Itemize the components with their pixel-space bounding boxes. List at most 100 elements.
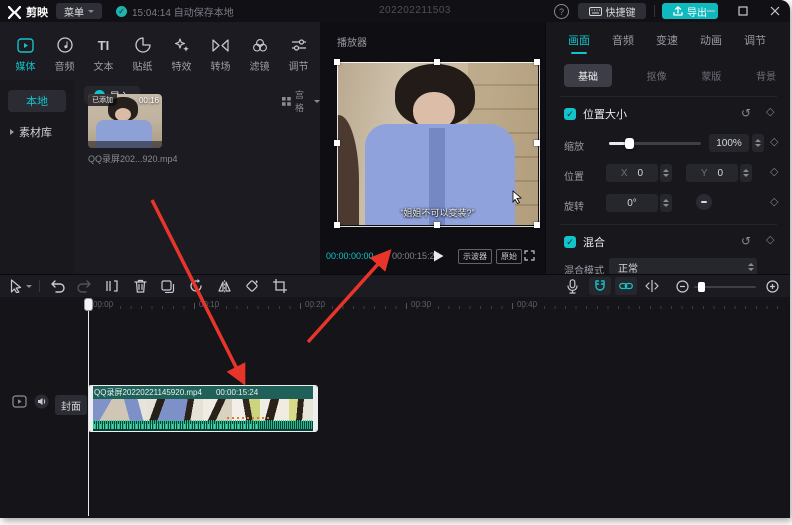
slider-knob[interactable] xyxy=(625,138,635,149)
aspect-ratio-button[interactable]: 原始 xyxy=(496,249,522,264)
video-track-icon[interactable] xyxy=(12,395,27,408)
crop-icon[interactable] xyxy=(272,278,288,294)
tab-adjust-label: 调节 xyxy=(288,62,309,73)
export-icon xyxy=(673,6,683,16)
maximize-button[interactable] xyxy=(730,0,756,22)
tab-text[interactable]: TI 文本 xyxy=(84,28,123,74)
tab-effects[interactable]: 特效 xyxy=(162,28,201,73)
tab-audio[interactable]: 音频 xyxy=(45,28,84,73)
selection-handle[interactable] xyxy=(334,59,340,65)
rotate-value-field[interactable]: 0° xyxy=(606,194,658,212)
fullscreen-icon[interactable] xyxy=(524,250,535,261)
sidebar-item-library[interactable]: 素材库 xyxy=(10,124,52,140)
keyframe-icon[interactable]: ◇ xyxy=(766,235,774,246)
y-value: 0 xyxy=(717,167,724,179)
record-voice-icon[interactable] xyxy=(564,278,580,294)
clip-trim-handle-right[interactable] xyxy=(313,386,317,431)
minimize-button[interactable] xyxy=(698,0,724,22)
keyframe-icon[interactable]: ◇ xyxy=(770,137,778,148)
view-mode-control[interactable]: 宫格 xyxy=(282,88,320,114)
mirror-icon[interactable] xyxy=(216,278,232,294)
scale-value-field[interactable]: 100% xyxy=(709,134,749,152)
position-x-field[interactable]: X 0 xyxy=(606,164,658,182)
tab-text-label: 文本 xyxy=(93,62,114,73)
scale-stepper[interactable] xyxy=(752,134,764,152)
tab-adjust[interactable]: 调节 xyxy=(279,28,318,73)
timeline-ruler[interactable] xyxy=(88,306,784,309)
timeline-zoom-knob[interactable] xyxy=(698,282,705,292)
playhead-handle[interactable] xyxy=(84,298,93,311)
freeze-frame-icon[interactable] xyxy=(160,278,176,294)
tab-sticker-label: 贴纸 xyxy=(132,62,153,73)
checkbox-checked-icon[interactable]: ✓ xyxy=(564,236,576,248)
rotate-icon[interactable] xyxy=(244,278,260,294)
undo-icon[interactable] xyxy=(50,278,66,294)
rotate-label: 旋转 xyxy=(564,202,584,213)
playhead-line xyxy=(88,298,89,516)
tab-filter[interactable]: 滤镜 xyxy=(240,28,279,73)
select-tool-icon[interactable] xyxy=(8,278,24,294)
menu-label: 菜单 xyxy=(64,7,84,19)
magnetic-snap-toggle[interactable] xyxy=(589,277,611,295)
app-name: 剪映 xyxy=(26,7,48,19)
split-icon[interactable] xyxy=(104,278,120,294)
x-stepper[interactable] xyxy=(660,164,672,182)
zoom-in-icon[interactable] xyxy=(764,278,780,294)
subtab-keying[interactable]: 抠像 xyxy=(647,68,667,83)
checkbox-checked-icon[interactable]: ✓ xyxy=(564,108,576,120)
selection-handle[interactable] xyxy=(334,222,340,228)
subtab-background[interactable]: 背景 xyxy=(756,68,776,83)
selection-handle[interactable] xyxy=(334,140,340,146)
clip-trim-handle-left[interactable] xyxy=(89,386,93,431)
keyframe-icon[interactable]: ◇ xyxy=(770,167,778,178)
redo-icon[interactable] xyxy=(76,278,92,294)
reverse-icon[interactable] xyxy=(188,278,204,294)
zoom-out-icon[interactable] xyxy=(674,278,690,294)
selection-handle[interactable] xyxy=(434,59,440,65)
x-value: 0 xyxy=(637,167,644,179)
selection-handle[interactable] xyxy=(534,222,540,228)
clip-duration: 00:00:15:24 xyxy=(215,388,259,397)
sidebar-item-local[interactable]: 本地 xyxy=(8,90,66,112)
close-button[interactable] xyxy=(762,0,788,22)
help-icon[interactable]: ? xyxy=(554,4,569,19)
keyframe-icon[interactable]: ◇ xyxy=(766,107,774,118)
tab-speed[interactable]: 变速 xyxy=(656,32,678,54)
rotate-knob[interactable] xyxy=(696,194,712,210)
linkage-toggle[interactable] xyxy=(615,277,637,295)
tab-picture[interactable]: 画面 xyxy=(568,32,590,54)
scope-button[interactable]: 示波器 xyxy=(458,249,492,264)
tab-media[interactable]: 媒体 xyxy=(6,28,45,73)
preview-axis-icon[interactable] xyxy=(644,278,660,294)
tab-sticker[interactable]: 贴纸 xyxy=(123,28,162,73)
player-panel: 播放器 “姐姐不可以变装?” 00:00:00:00 00:00:15:24 示… xyxy=(320,22,545,274)
reset-icon[interactable]: ↺ xyxy=(741,235,751,247)
tab-transition[interactable]: 转场 xyxy=(201,28,240,73)
tab-animation[interactable]: 动画 xyxy=(700,32,722,54)
media-item-card[interactable]: 已添加 00:16 QQ录屏202...920.mp4 xyxy=(88,94,178,165)
subtab-basic[interactable]: 基础 xyxy=(564,64,612,87)
preview-video[interactable]: “姐姐不可以变装?” xyxy=(337,62,538,225)
keyframe-icon[interactable]: ◇ xyxy=(770,197,778,208)
play-button[interactable] xyxy=(433,250,444,262)
shortcuts-button[interactable]: 快捷键 xyxy=(578,3,646,19)
added-badge: 已添加 xyxy=(88,94,117,106)
subtab-mask[interactable]: 蒙版 xyxy=(701,68,721,83)
tab-adjustment[interactable]: 调节 xyxy=(744,32,766,54)
menu-button[interactable]: 菜单 xyxy=(56,3,102,19)
timeline-clip[interactable]: QQ录屏20220221145920.mp4 00:00:15:24 xyxy=(88,385,318,432)
position-y-field[interactable]: Y 0 xyxy=(686,164,738,182)
media-item-thumbnail[interactable]: 已添加 00:16 xyxy=(88,94,162,148)
rotate-stepper[interactable] xyxy=(660,194,672,212)
tab-audio-settings[interactable]: 音频 xyxy=(612,32,634,54)
delete-icon[interactable] xyxy=(132,278,148,294)
reset-icon[interactable]: ↺ xyxy=(741,107,751,119)
scale-slider[interactable] xyxy=(609,138,701,149)
cover-button[interactable]: 封面 xyxy=(55,395,87,415)
mute-track-icon[interactable] xyxy=(34,394,49,409)
selection-handle[interactable] xyxy=(534,140,540,146)
y-stepper[interactable] xyxy=(740,164,752,182)
selection-handle[interactable] xyxy=(534,59,540,65)
select-tool-dropdown[interactable] xyxy=(24,278,34,294)
selection-handle[interactable] xyxy=(434,222,440,228)
